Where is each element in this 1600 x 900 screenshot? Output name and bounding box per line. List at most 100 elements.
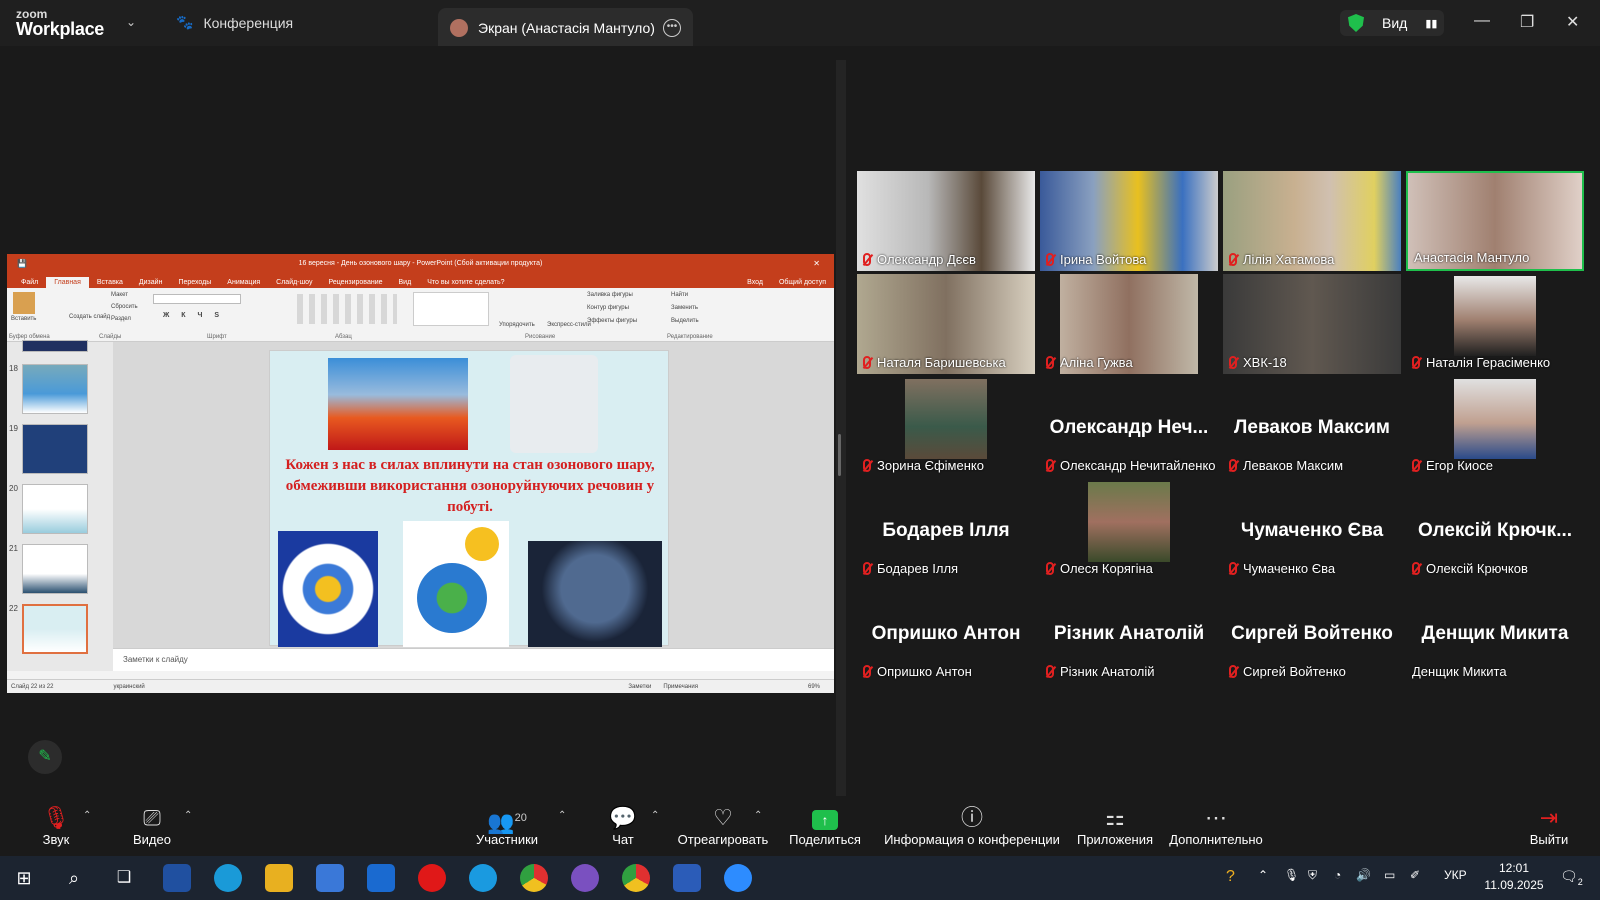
view-button[interactable]: Вид ▮▮: [1340, 10, 1444, 36]
audio-options-caret-icon[interactable]: ⌃: [83, 810, 91, 821]
participant-tile[interactable]: Наталія Герасіменко: [1406, 274, 1584, 374]
volume-icon[interactable]: 🔊: [1356, 868, 1371, 882]
participant-tile[interactable]: Лілія Хатамова: [1223, 171, 1401, 271]
shapes-gallery[interactable]: [413, 292, 489, 326]
language-indicator[interactable]: УКР: [1444, 868, 1467, 882]
ppt-tab-insert[interactable]: Вставка: [89, 277, 131, 288]
react-caret-icon[interactable]: ⌃: [754, 810, 762, 821]
task-view-icon[interactable]: ❑: [110, 864, 138, 892]
ppt-tab-slideshow[interactable]: Слайд-шоу: [268, 277, 320, 288]
help-icon[interactable]: ?: [1226, 868, 1235, 886]
file-explorer-icon[interactable]: [265, 864, 293, 892]
search-icon[interactable]: ⌕: [60, 864, 88, 892]
reset-button[interactable]: Сбросить: [111, 304, 138, 310]
slide-thumb[interactable]: [22, 424, 88, 474]
status-zoom[interactable]: 69%: [808, 684, 820, 690]
layout-button[interactable]: Макет: [111, 292, 128, 298]
section-button[interactable]: Раздел: [111, 316, 131, 322]
tab-conference[interactable]: 🐾 Конференция: [176, 14, 293, 31]
ppt-share[interactable]: Общий доступ: [771, 277, 834, 288]
notifications-icon[interactable]: 🗨2: [1560, 868, 1583, 887]
viber-icon[interactable]: [571, 864, 599, 892]
find-button[interactable]: Найти: [671, 292, 688, 298]
chat-caret-icon[interactable]: ⌃: [651, 810, 659, 821]
participant-tile[interactable]: Олександр Дєєв: [857, 171, 1035, 271]
more-button[interactable]: ⋯ Дополнительно: [1168, 804, 1264, 847]
paragraph-controls[interactable]: [297, 294, 397, 324]
participant-tile[interactable]: Різник Анатолій Різник Анатолій: [1040, 583, 1218, 683]
edge-browser-icon[interactable]: [214, 864, 242, 892]
ppt-tab-file[interactable]: Файл: [13, 277, 46, 288]
participant-tile[interactable]: Олексій Крючк... Олексій Крючков: [1406, 480, 1584, 580]
share-screen-button[interactable]: ↑ Поделиться: [788, 804, 862, 847]
participant-tile[interactable]: Олеся Корягіна: [1040, 480, 1218, 580]
new-slide-button[interactable]: Создать слайд: [69, 314, 110, 320]
ppt-tab-design[interactable]: Дизайн: [131, 277, 171, 288]
close-icon[interactable]: ✕: [1566, 12, 1579, 32]
opera-icon[interactable]: [418, 864, 446, 892]
pen-icon[interactable]: ✐: [1410, 868, 1420, 882]
participants-caret-icon[interactable]: ⌃: [558, 810, 566, 821]
participant-tile[interactable]: Денщик Микита Денщик Микита: [1406, 583, 1584, 683]
slide-thumb[interactable]: [22, 340, 88, 352]
close-icon[interactable]: ✕: [813, 259, 820, 268]
zoom-app-icon[interactable]: [724, 864, 752, 892]
video-options-caret-icon[interactable]: ⌃: [184, 810, 192, 821]
paste-icon[interactable]: [13, 292, 35, 314]
save-icon[interactable]: 💾: [17, 259, 27, 268]
slide-thumb-selected[interactable]: [22, 604, 88, 654]
save-app-icon[interactable]: [163, 864, 191, 892]
audio-button[interactable]: 🎙 Звук: [36, 804, 76, 847]
ppt-tab-animation[interactable]: Анимация: [219, 277, 268, 288]
status-comments-button[interactable]: Примечания: [663, 684, 698, 690]
restore-icon[interactable]: ❐: [1520, 12, 1534, 32]
participant-tile[interactable]: Бодарев Ілля Бодарев Ілля: [857, 480, 1035, 580]
quick-styles-button[interactable]: Экспресс-стили: [547, 322, 591, 328]
participant-tile[interactable]: Зорина Єфіменко: [857, 377, 1035, 477]
participant-tile[interactable]: Наталя Баришевська: [857, 274, 1035, 374]
participant-tile[interactable]: ХВК-18: [1223, 274, 1401, 374]
ppt-login[interactable]: Вход: [739, 277, 771, 288]
leave-button[interactable]: ⇥ Выйти: [1528, 804, 1570, 847]
shape-outline-button[interactable]: Контур фигуры: [587, 305, 629, 311]
ppt-tab-view[interactable]: Вид: [391, 277, 420, 288]
video-button[interactable]: ⎚ Видео: [130, 804, 174, 847]
chrome-icon[interactable]: [520, 864, 548, 892]
minimize-icon[interactable]: —: [1474, 12, 1490, 30]
teamviewer-icon[interactable]: [469, 864, 497, 892]
splitter-handle[interactable]: [838, 434, 841, 476]
participant-tile[interactable]: Опришко Антон Опришко Антон: [857, 583, 1035, 683]
slide-thumbnails[interactable]: 18 19 20 21 22: [7, 340, 113, 671]
windows-start-icon[interactable]: ⊞: [10, 864, 38, 892]
splitter[interactable]: [836, 60, 846, 796]
participant-tile[interactable]: Аліна Гужва: [1040, 274, 1218, 374]
participant-tile[interactable]: Егор Киосе: [1406, 377, 1584, 477]
meeting-info-button[interactable]: ⓘ Информация о конференции: [884, 804, 1060, 847]
participant-tile-active-speaker[interactable]: Анастасія Мантуло: [1406, 171, 1584, 271]
font-format-buttons[interactable]: Ж К Ч S: [163, 312, 224, 319]
ppt-tab-home[interactable]: Главная: [46, 277, 89, 288]
annotate-pencil-icon[interactable]: ✎: [28, 740, 62, 774]
more-icon[interactable]: •••: [663, 19, 681, 37]
slide-thumb[interactable]: [22, 544, 88, 594]
store-icon[interactable]: [316, 864, 344, 892]
ppt-tell-me[interactable]: Что вы хотите сделать?: [419, 277, 512, 288]
replace-button[interactable]: Заменить: [671, 305, 698, 311]
outlook-icon[interactable]: [367, 864, 395, 892]
apps-button[interactable]: ⚏ Приложения: [1076, 804, 1154, 847]
slide-thumb[interactable]: [22, 364, 88, 414]
chevron-down-icon[interactable]: ⌄: [126, 15, 136, 29]
status-notes-button[interactable]: Заметки: [628, 684, 651, 690]
chevron-up-icon[interactable]: ⌃: [1258, 868, 1268, 882]
chrome-icon[interactable]: [622, 864, 650, 892]
shape-effects-button[interactable]: Эффекты фигуры: [587, 318, 637, 324]
arrange-button[interactable]: Упорядочить: [499, 322, 535, 328]
paste-button[interactable]: Вставить: [11, 316, 36, 322]
participant-tile[interactable]: Сиргей Войтенко Сиргей Войтенко: [1223, 583, 1401, 683]
notes-pane[interactable]: Заметки к слайду: [113, 648, 834, 671]
slide-thumb[interactable]: [22, 484, 88, 534]
battery-icon[interactable]: ▭: [1384, 868, 1395, 882]
participant-tile[interactable]: Леваков Максим Леваков Максим: [1223, 377, 1401, 477]
font-family-select[interactable]: [153, 294, 241, 304]
participant-tile[interactable]: Ірина Войтова: [1040, 171, 1218, 271]
